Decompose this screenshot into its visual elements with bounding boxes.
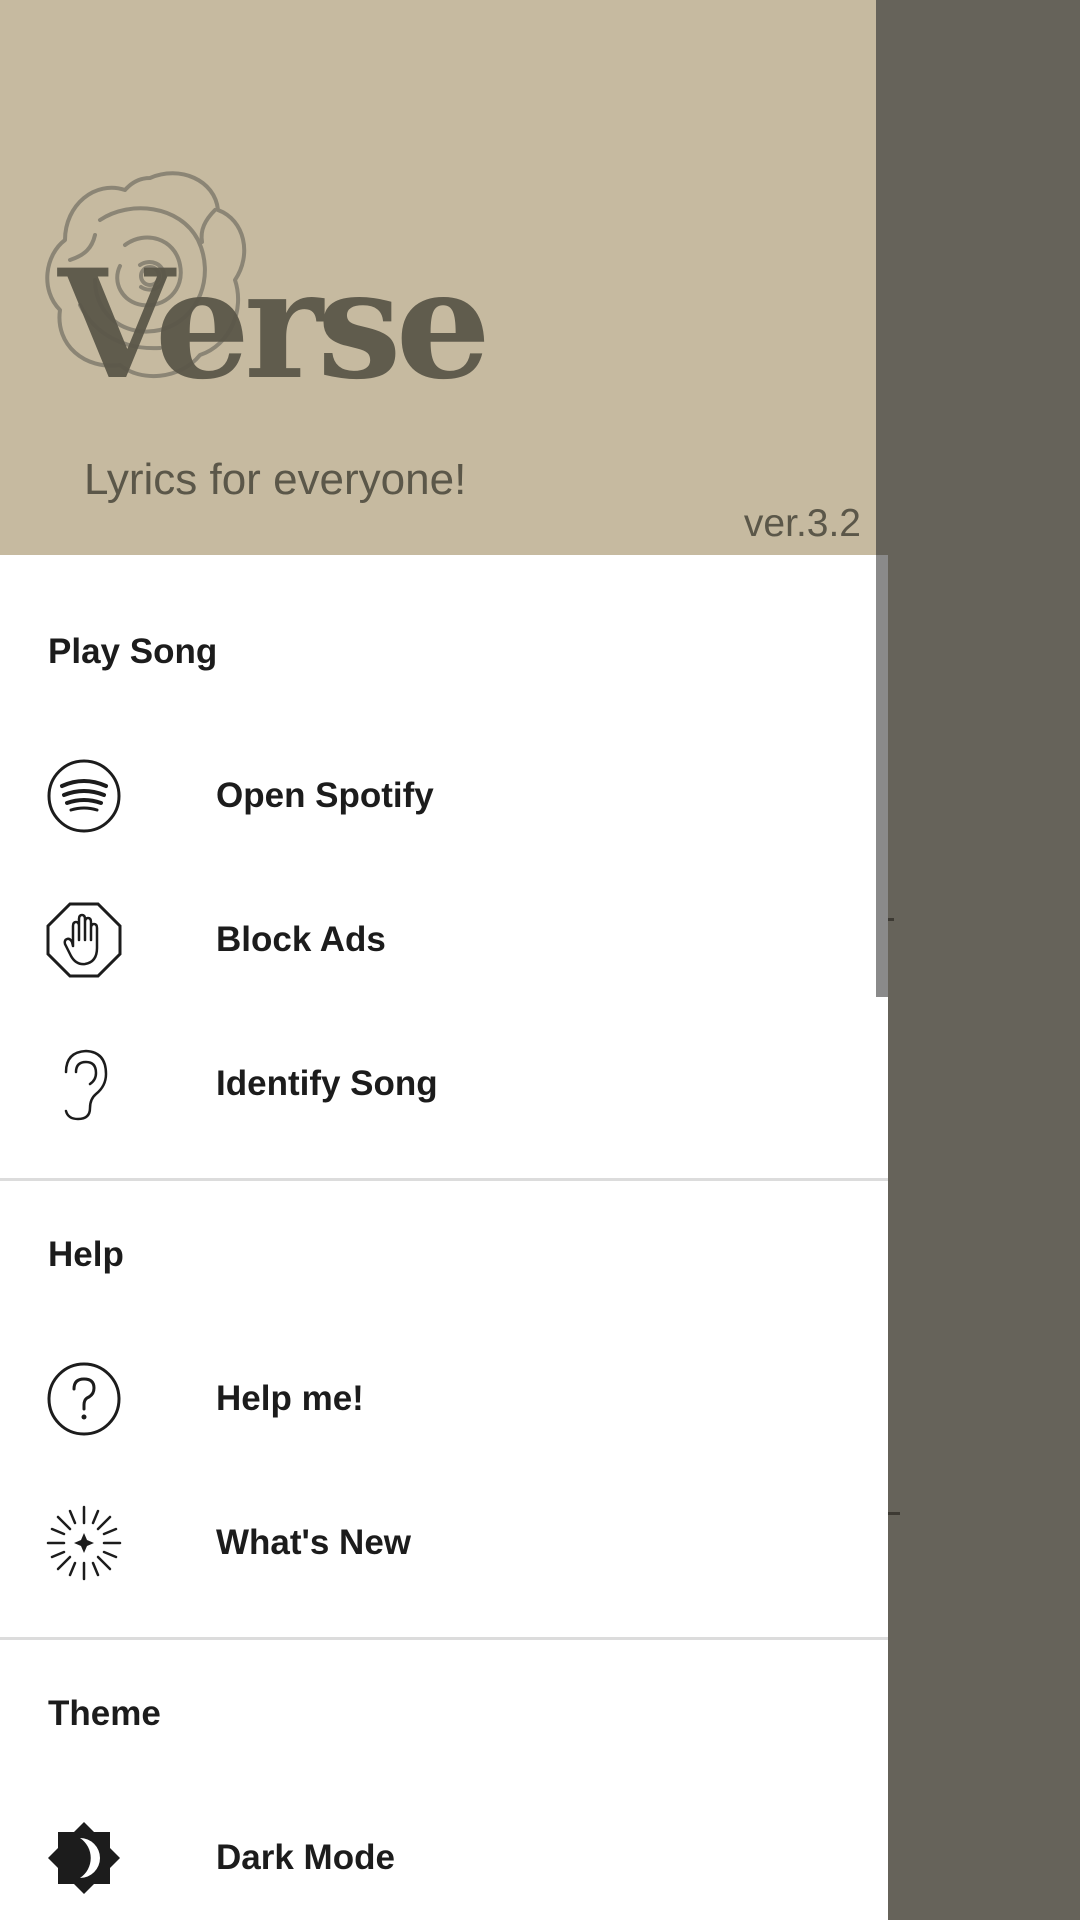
menu-item-label: Dark Mode bbox=[216, 1838, 395, 1877]
spotify-icon bbox=[47, 759, 121, 833]
menu-item-dark-mode[interactable]: Dark Mode bbox=[0, 1794, 876, 1920]
section-divider bbox=[0, 1178, 888, 1181]
section-title-theme: Theme bbox=[48, 1694, 161, 1733]
background-content-mark bbox=[888, 918, 894, 921]
version-label: ver.3.2 bbox=[743, 502, 861, 545]
stop-hand-icon bbox=[46, 902, 122, 978]
question-circle-icon bbox=[47, 1362, 121, 1436]
menu-item-block-ads[interactable]: Block Ads bbox=[0, 876, 876, 1004]
scrollbar[interactable] bbox=[876, 555, 888, 997]
section-divider bbox=[0, 1637, 888, 1640]
drawer-header: Verse Lyrics for everyone! ver.3.2 bbox=[0, 0, 876, 555]
menu-item-label: Identify Song bbox=[216, 1064, 438, 1103]
dark-mode-icon bbox=[48, 1822, 120, 1894]
section-title-play-song: Play Song bbox=[48, 632, 218, 671]
background-content-mark bbox=[888, 1512, 900, 1515]
section-title-help: Help bbox=[48, 1235, 124, 1274]
tagline: Lyrics for everyone! bbox=[84, 455, 467, 504]
sparkle-icon bbox=[46, 1505, 122, 1581]
menu-item-help-me[interactable]: Help me! bbox=[0, 1335, 876, 1463]
menu-item-label: What's New bbox=[216, 1523, 412, 1562]
menu-item-identify-song[interactable]: Identify Song bbox=[0, 1020, 876, 1148]
menu-item-label: Help me! bbox=[216, 1379, 364, 1418]
menu-item-label: Block Ads bbox=[216, 920, 386, 959]
menu-item-whats-new[interactable]: What's New bbox=[0, 1479, 876, 1607]
app-screen: Verse Lyrics for everyone! ver.3.2 Play … bbox=[0, 0, 1080, 1920]
menu-item-label: Open Spotify bbox=[216, 776, 434, 815]
ear-icon bbox=[64, 1049, 108, 1121]
menu-item-open-spotify[interactable]: Open Spotify bbox=[0, 732, 876, 860]
header-edge bbox=[876, 0, 888, 555]
brand-title: Verse bbox=[58, 237, 491, 413]
navigation-drawer: Verse Lyrics for everyone! ver.3.2 Play … bbox=[0, 0, 888, 1920]
